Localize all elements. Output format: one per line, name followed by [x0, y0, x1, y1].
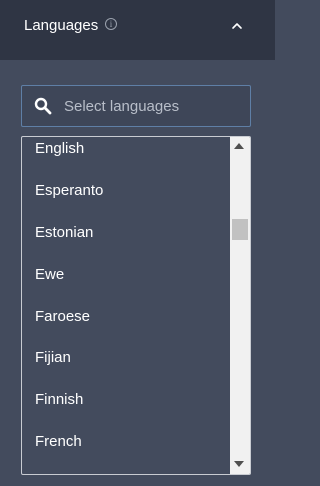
scroll-thumb[interactable] [232, 219, 248, 240]
language-list: English Esperanto Estonian Ewe Faroese F… [22, 137, 229, 474]
list-item[interactable]: English [35, 139, 84, 159]
language-search-box[interactable] [21, 85, 251, 127]
list-item[interactable]: Finnish [35, 390, 83, 410]
language-search-input[interactable] [64, 86, 244, 126]
list-item[interactable]: French [35, 432, 82, 452]
list-item[interactable]: Faroese [35, 307, 90, 327]
chevron-up-icon[interactable] [231, 19, 243, 31]
language-listbox[interactable]: English Esperanto Estonian Ewe Faroese F… [21, 136, 251, 475]
list-item[interactable]: Fijian [35, 348, 71, 368]
list-item[interactable]: Estonian [35, 223, 93, 243]
list-scrollbar[interactable] [230, 137, 250, 474]
list-item[interactable]: Ewe [35, 265, 64, 285]
scroll-down-arrow-icon[interactable] [234, 461, 244, 467]
panel-title: Languages [24, 17, 99, 34]
scroll-up-arrow-icon[interactable] [234, 143, 244, 149]
search-icon [34, 97, 52, 115]
info-icon[interactable]: i [105, 18, 117, 30]
languages-panel-header[interactable]: Languages i [0, 0, 275, 60]
list-item[interactable]: Esperanto [35, 181, 103, 201]
